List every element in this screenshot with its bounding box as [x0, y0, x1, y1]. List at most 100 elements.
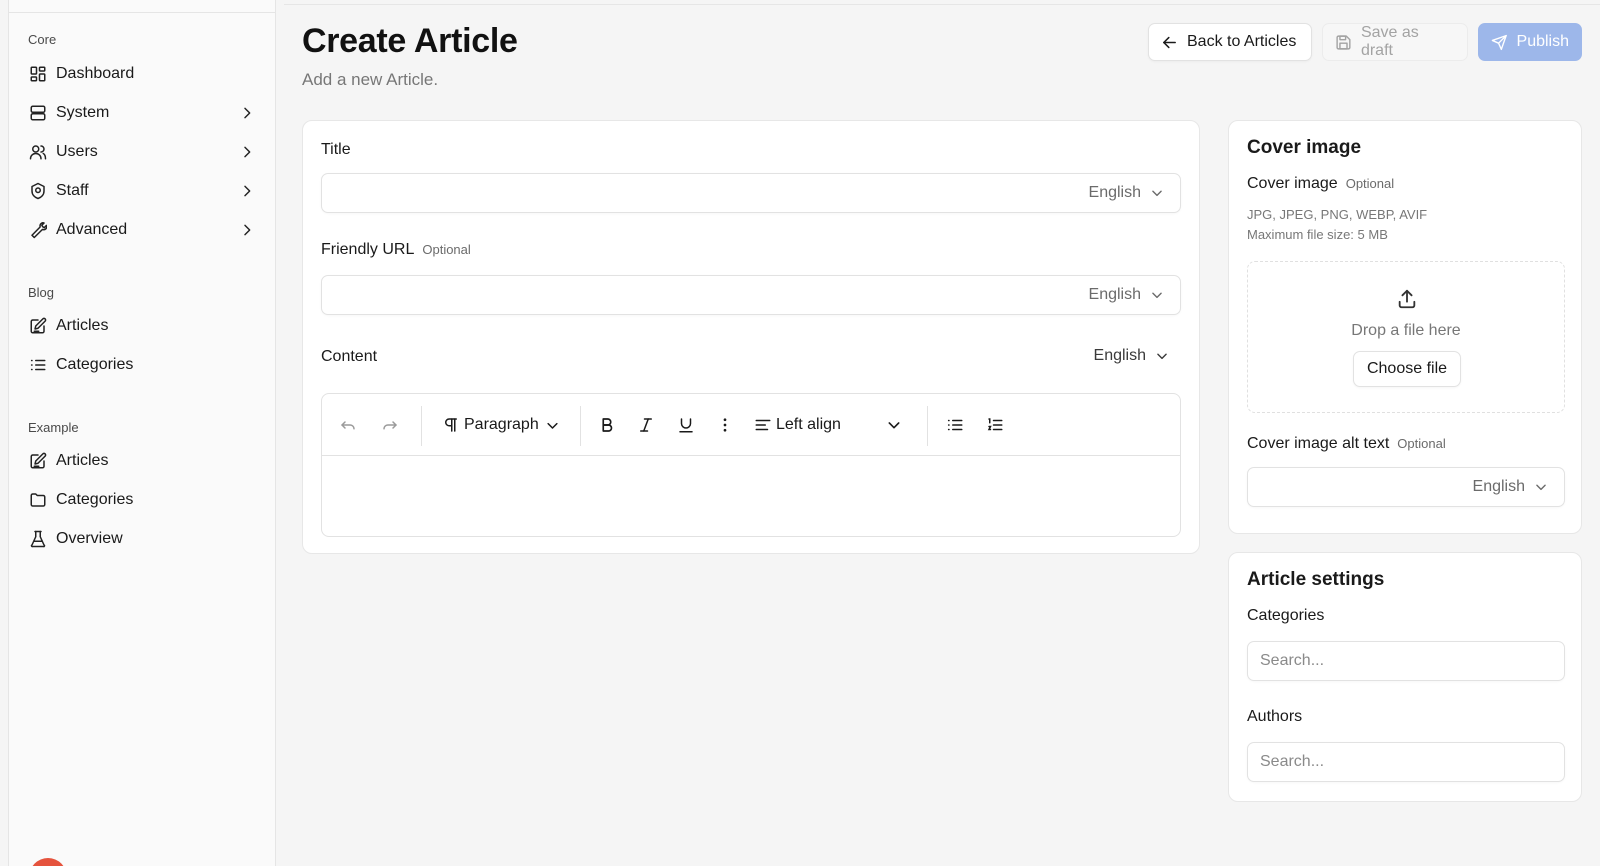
- accepted-formats: JPG, JPEG, PNG, WEBP, AVIF: [1247, 207, 1428, 222]
- chevron-right-icon: [244, 185, 251, 197]
- sidebar-item-label: Users: [56, 143, 98, 160]
- chevron-down-icon: [1157, 353, 1167, 360]
- bold-icon: [602, 418, 613, 432]
- friendly-url-label: Friendly URL Optional: [321, 241, 471, 259]
- cover-image-label-text: Cover image: [1247, 175, 1338, 192]
- sidebar-item-advanced[interactable]: Advanced: [21, 212, 265, 248]
- arrow-left-icon: [1163, 36, 1176, 48]
- choose-file-button[interactable]: Choose file: [1353, 351, 1461, 387]
- sidebar-item-label: Overview: [56, 530, 123, 547]
- ordered-list-button[interactable]: [986, 415, 1004, 435]
- chevron-right-icon: [244, 107, 251, 119]
- bold-button[interactable]: [598, 415, 616, 435]
- align-left-icon: [755, 419, 771, 431]
- send-icon: [1491, 34, 1507, 50]
- chevron-right-icon: [244, 146, 251, 158]
- publish-label: Publish: [1516, 33, 1569, 50]
- language-value: English: [1088, 286, 1141, 303]
- chevron-down-icon: [1152, 190, 1162, 197]
- max-file-size: Maximum file size: 5 MB: [1247, 227, 1388, 242]
- edit-note-icon: [30, 452, 47, 469]
- title-label: Title: [321, 141, 351, 158]
- back-button-label: Back to Articles: [1187, 33, 1297, 50]
- text-align-select[interactable]: Left align: [754, 415, 841, 435]
- publish-button[interactable]: Publish: [1478, 23, 1582, 61]
- categories-search-input[interactable]: Search...: [1247, 641, 1565, 681]
- sidebar-item-label: Categories: [56, 491, 134, 508]
- more-options-button[interactable]: [716, 415, 734, 435]
- rich-text-editor[interactable]: Paragraph Left align: [321, 393, 1181, 537]
- redo-button[interactable]: [381, 415, 399, 435]
- server-icon: [30, 105, 46, 121]
- wrench-icon: [31, 222, 47, 239]
- chevron-right-icon: [244, 224, 251, 236]
- align-dropdown-toggle[interactable]: [886, 415, 902, 435]
- section-label-blog: Blog: [28, 285, 55, 300]
- paragraph-style-select[interactable]: Paragraph: [442, 415, 560, 435]
- sidebar-item-example-categories[interactable]: Categories: [21, 482, 265, 518]
- content-label: Content: [321, 348, 378, 365]
- article-form-card: Title English Friendly URL Optional Engli…: [302, 120, 1200, 554]
- redo-icon: [383, 421, 397, 430]
- authors-search-input[interactable]: Search...: [1247, 742, 1565, 782]
- drop-text: Drop a file here: [1351, 322, 1461, 339]
- sidebar-item-example-articles[interactable]: Articles: [21, 443, 265, 479]
- chevron-down-icon: [1536, 484, 1546, 491]
- content-language-select[interactable]: English: [1094, 347, 1169, 365]
- page-subtitle: Add a new Article.: [302, 70, 439, 89]
- url-language-select[interactable]: English: [1089, 286, 1164, 304]
- list-icon: [30, 359, 46, 371]
- sidebar-item-dashboard[interactable]: Dashboard: [21, 56, 265, 92]
- save-draft-button[interactable]: Save as draft: [1322, 23, 1468, 61]
- cover-card-title: Cover image: [1247, 137, 1362, 158]
- top-bar: [284, 0, 1600, 5]
- sidebar-item-users[interactable]: Users: [21, 134, 265, 170]
- language-value: English: [1472, 478, 1525, 495]
- back-to-articles-button[interactable]: Back to Articles: [1148, 23, 1312, 61]
- folder-icon: [30, 493, 46, 507]
- save-draft-label: Save as draft: [1360, 24, 1419, 59]
- sidebar-item-blog-articles[interactable]: Articles: [21, 308, 265, 344]
- sidebar-item-system[interactable]: System: [21, 95, 265, 131]
- edit-note-icon: [30, 317, 47, 334]
- upload-icon: [1398, 289, 1416, 309]
- article-settings-card: Article settings Categories Search... Au…: [1228, 552, 1582, 802]
- sidebar-item-label: Staff: [56, 182, 89, 199]
- paragraph-label: Paragraph: [464, 416, 539, 433]
- alt-language-select[interactable]: English: [1473, 478, 1548, 496]
- pilcrow-icon: [445, 418, 457, 432]
- alt-text-input[interactable]: English: [1247, 467, 1565, 507]
- cover-image-card: Cover image Cover image Optional JPG, JPE…: [1228, 120, 1582, 534]
- flask-icon: [30, 530, 46, 548]
- align-label: Left align: [776, 416, 841, 433]
- file-dropzone[interactable]: Drop a file here Choose file: [1247, 261, 1565, 413]
- section-label-core: Core: [28, 32, 57, 47]
- title-input[interactable]: English: [321, 173, 1181, 213]
- shield-icon: [31, 182, 45, 200]
- undo-icon: [341, 421, 355, 430]
- language-value: English: [1088, 184, 1141, 201]
- alt-text-label-text: Cover image alt text: [1247, 435, 1390, 452]
- sidebar-item-overview[interactable]: Overview: [21, 521, 265, 557]
- section-label-example: Example: [28, 420, 79, 435]
- bullet-list-button[interactable]: [946, 415, 964, 435]
- undo-button[interactable]: [339, 415, 357, 435]
- more-vertical-icon: [723, 418, 727, 432]
- underline-button[interactable]: [677, 415, 695, 435]
- sidebar-item-blog-categories[interactable]: Categories: [21, 347, 265, 383]
- friendly-url-input[interactable]: English: [321, 275, 1181, 315]
- page-title: Create Article: [302, 22, 518, 60]
- settings-card-title: Article settings: [1247, 569, 1385, 590]
- ordered-list-icon: [987, 418, 1003, 431]
- toolbar-divider: [927, 406, 928, 446]
- bullet-list-icon: [947, 419, 963, 431]
- title-language-select[interactable]: English: [1089, 184, 1164, 202]
- sidebar-item-staff[interactable]: Staff: [21, 173, 265, 209]
- toolbar-divider: [580, 406, 581, 446]
- avatar[interactable]: [29, 858, 67, 866]
- sidebar-item-label: Articles: [56, 317, 109, 334]
- dashboard-icon: [30, 66, 46, 82]
- italic-button[interactable]: [637, 415, 655, 435]
- editor-toolbar: Paragraph Left align: [322, 394, 1180, 456]
- toolbar-divider: [421, 406, 422, 446]
